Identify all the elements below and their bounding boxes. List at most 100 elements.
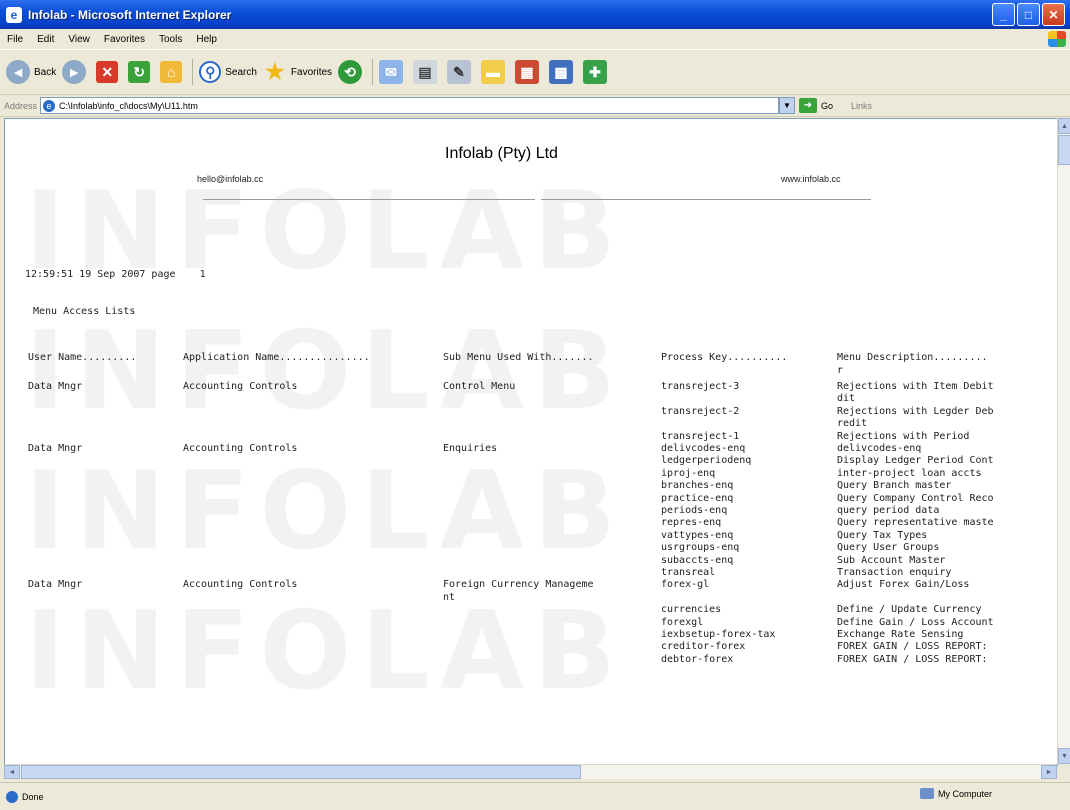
- row-description: query period data: [837, 505, 940, 516]
- row-submenu: Foreign Currency Manageme: [443, 579, 594, 591]
- row-description: Define / Update Currency: [837, 604, 982, 616]
- row-process-key: periods-enq: [661, 505, 728, 516]
- row-description: Query representative maste: [837, 517, 994, 529]
- horizontal-scrollbar[interactable]: ◄ ►: [4, 764, 1057, 779]
- stop-icon: ✕: [96, 61, 119, 83]
- minimize-button[interactable]: _: [992, 3, 1015, 26]
- research-icon: ▦: [515, 60, 540, 84]
- row-process-key: iexbsetup-forex-tax: [661, 629, 776, 640]
- row-description: Define Gain / Loss Account: [837, 616, 994, 628]
- discuss-button[interactable]: ✚: [583, 60, 611, 84]
- report-timestamp: 12:59:51 19 Sep 2007 page 1: [25, 269, 206, 280]
- row-description: Transaction enquiry: [837, 567, 952, 578]
- search-icon: ⚲: [199, 61, 222, 83]
- row-application-name: Accounting Controls: [183, 443, 298, 454]
- row-process-key: transreject-2: [661, 405, 740, 417]
- horizontal-scroll-thumb[interactable]: [21, 765, 581, 779]
- address-dropdown-button[interactable]: ▼: [779, 97, 795, 114]
- row-application-name: Accounting Controls: [183, 381, 298, 392]
- scroll-right-arrow-icon[interactable]: ►: [1041, 765, 1057, 779]
- scroll-up-arrow-icon[interactable]: ▲: [1058, 118, 1070, 134]
- title-bar: e Infolab - Microsoft Internet Explorer …: [0, 0, 1070, 29]
- menu-edit[interactable]: Edit: [30, 34, 61, 45]
- address-input[interactable]: e C:\Infolab\info_cl\docs\My\U11.htm: [40, 97, 779, 114]
- menu-view[interactable]: View: [61, 34, 97, 45]
- row-application-name: Accounting Controls: [183, 579, 298, 591]
- links-button[interactable]: Links: [851, 101, 872, 111]
- page-icon: e: [43, 99, 55, 112]
- toolbar-separator: [372, 59, 374, 85]
- row-process-key: usrgroups-enq: [661, 542, 740, 554]
- ie-window: e Infolab - Microsoft Internet Explorer …: [0, 0, 1070, 810]
- mail-icon: ✉: [379, 60, 404, 84]
- mail-button[interactable]: ✉: [379, 60, 407, 84]
- menu-help[interactable]: Help: [189, 34, 224, 45]
- print-button[interactable]: ▤: [413, 60, 441, 84]
- favorites-button[interactable]: ★ Favorites: [263, 59, 333, 84]
- row-description: Query Company Control Reco: [837, 492, 994, 504]
- back-button[interactable]: ◄ Back: [6, 60, 56, 84]
- column-header-description: Menu Description.........: [837, 352, 988, 363]
- row-submenu: nt: [443, 591, 456, 603]
- vertical-scroll-thumb[interactable]: [1058, 135, 1070, 165]
- messenger-button[interactable]: ▩: [549, 60, 577, 84]
- row-process-key: creditor-forex: [661, 641, 746, 653]
- report-title: Menu Access Lists: [33, 306, 136, 317]
- home-icon: ⌂: [160, 61, 183, 83]
- menu-favorites[interactable]: Favorites: [97, 34, 152, 45]
- forward-button[interactable]: ►: [62, 60, 90, 84]
- edit-button[interactable]: ✎: [447, 60, 475, 84]
- zone-panel: My Computer: [920, 788, 992, 799]
- row-process-key: subaccts-enq: [661, 554, 734, 566]
- report-document: Infolab (Pty) Ltd hello@infolab.cc www.i…: [5, 119, 1057, 765]
- row-process-key: transreject-3: [661, 381, 740, 392]
- row-description: inter-project loan accts: [837, 467, 982, 479]
- address-label: Address: [4, 100, 38, 111]
- row-description: Exchange Rate Sensing: [837, 629, 964, 640]
- refresh-button[interactable]: ↻: [128, 61, 154, 83]
- row-process-key: currencies: [661, 604, 722, 616]
- home-button[interactable]: ⌂: [160, 61, 186, 83]
- discuss-icon: ✚: [583, 60, 608, 84]
- go-button[interactable]: ➜ Go: [799, 98, 833, 113]
- maximize-button[interactable]: □: [1017, 3, 1040, 26]
- folder-button[interactable]: ▬: [481, 60, 509, 84]
- company-title: Infolab (Pty) Ltd: [445, 145, 558, 162]
- row-user-name: Data Mngr: [28, 381, 83, 392]
- column-header-application: Application Name...............: [183, 352, 370, 363]
- row-process-key: practice-enq: [661, 492, 734, 504]
- column-header-process-key: Process Key..........: [661, 352, 788, 363]
- forward-arrow-icon: ►: [62, 60, 87, 84]
- vertical-scrollbar[interactable]: ▲ ▼: [1057, 118, 1070, 764]
- address-url: C:\Infolab\info_cl\docs\My\U11.htm: [59, 100, 198, 111]
- folder-icon: ▬: [481, 60, 506, 84]
- go-label: Go: [821, 100, 834, 111]
- row-description: Query User Groups: [837, 542, 940, 554]
- row-process-key: iproj-enq: [661, 467, 716, 479]
- window-title: Infolab - Microsoft Internet Explorer: [28, 7, 232, 22]
- stop-button[interactable]: ✕: [96, 61, 122, 83]
- menu-file[interactable]: File: [0, 34, 30, 45]
- zone-text: My Computer: [938, 788, 993, 799]
- print-icon: ▤: [413, 60, 438, 84]
- favorites-label: Favorites: [290, 66, 333, 78]
- row-process-key: ledgerperiodenq: [661, 455, 752, 467]
- page-content: INFOLAB INFOLAB INFOLAB INFOLAB Infolab …: [4, 118, 1058, 766]
- row-description: delivcodes-enq: [837, 443, 922, 454]
- column-header-user: User Name.........: [28, 352, 137, 363]
- scroll-down-arrow-icon[interactable]: ▼: [1058, 748, 1070, 764]
- history-button[interactable]: ⟲: [338, 60, 366, 84]
- search-button[interactable]: ⚲ Search: [199, 61, 257, 83]
- row-process-key: branches-enq: [661, 480, 734, 492]
- row-process-key: vattypes-enq: [661, 529, 734, 541]
- row-description: Query Tax Types: [837, 529, 928, 541]
- go-arrow-icon: ➜: [799, 98, 817, 113]
- close-button[interactable]: ✕: [1042, 3, 1065, 26]
- favorites-star-icon: ★: [265, 59, 285, 84]
- scroll-left-arrow-icon[interactable]: ◄: [4, 765, 20, 779]
- research-button[interactable]: ▦: [515, 60, 543, 84]
- menu-tools[interactable]: Tools: [152, 34, 189, 45]
- toolbar-separator: [192, 59, 194, 85]
- row-process-key: transreal: [661, 567, 716, 578]
- messenger-icon: ▩: [549, 60, 574, 84]
